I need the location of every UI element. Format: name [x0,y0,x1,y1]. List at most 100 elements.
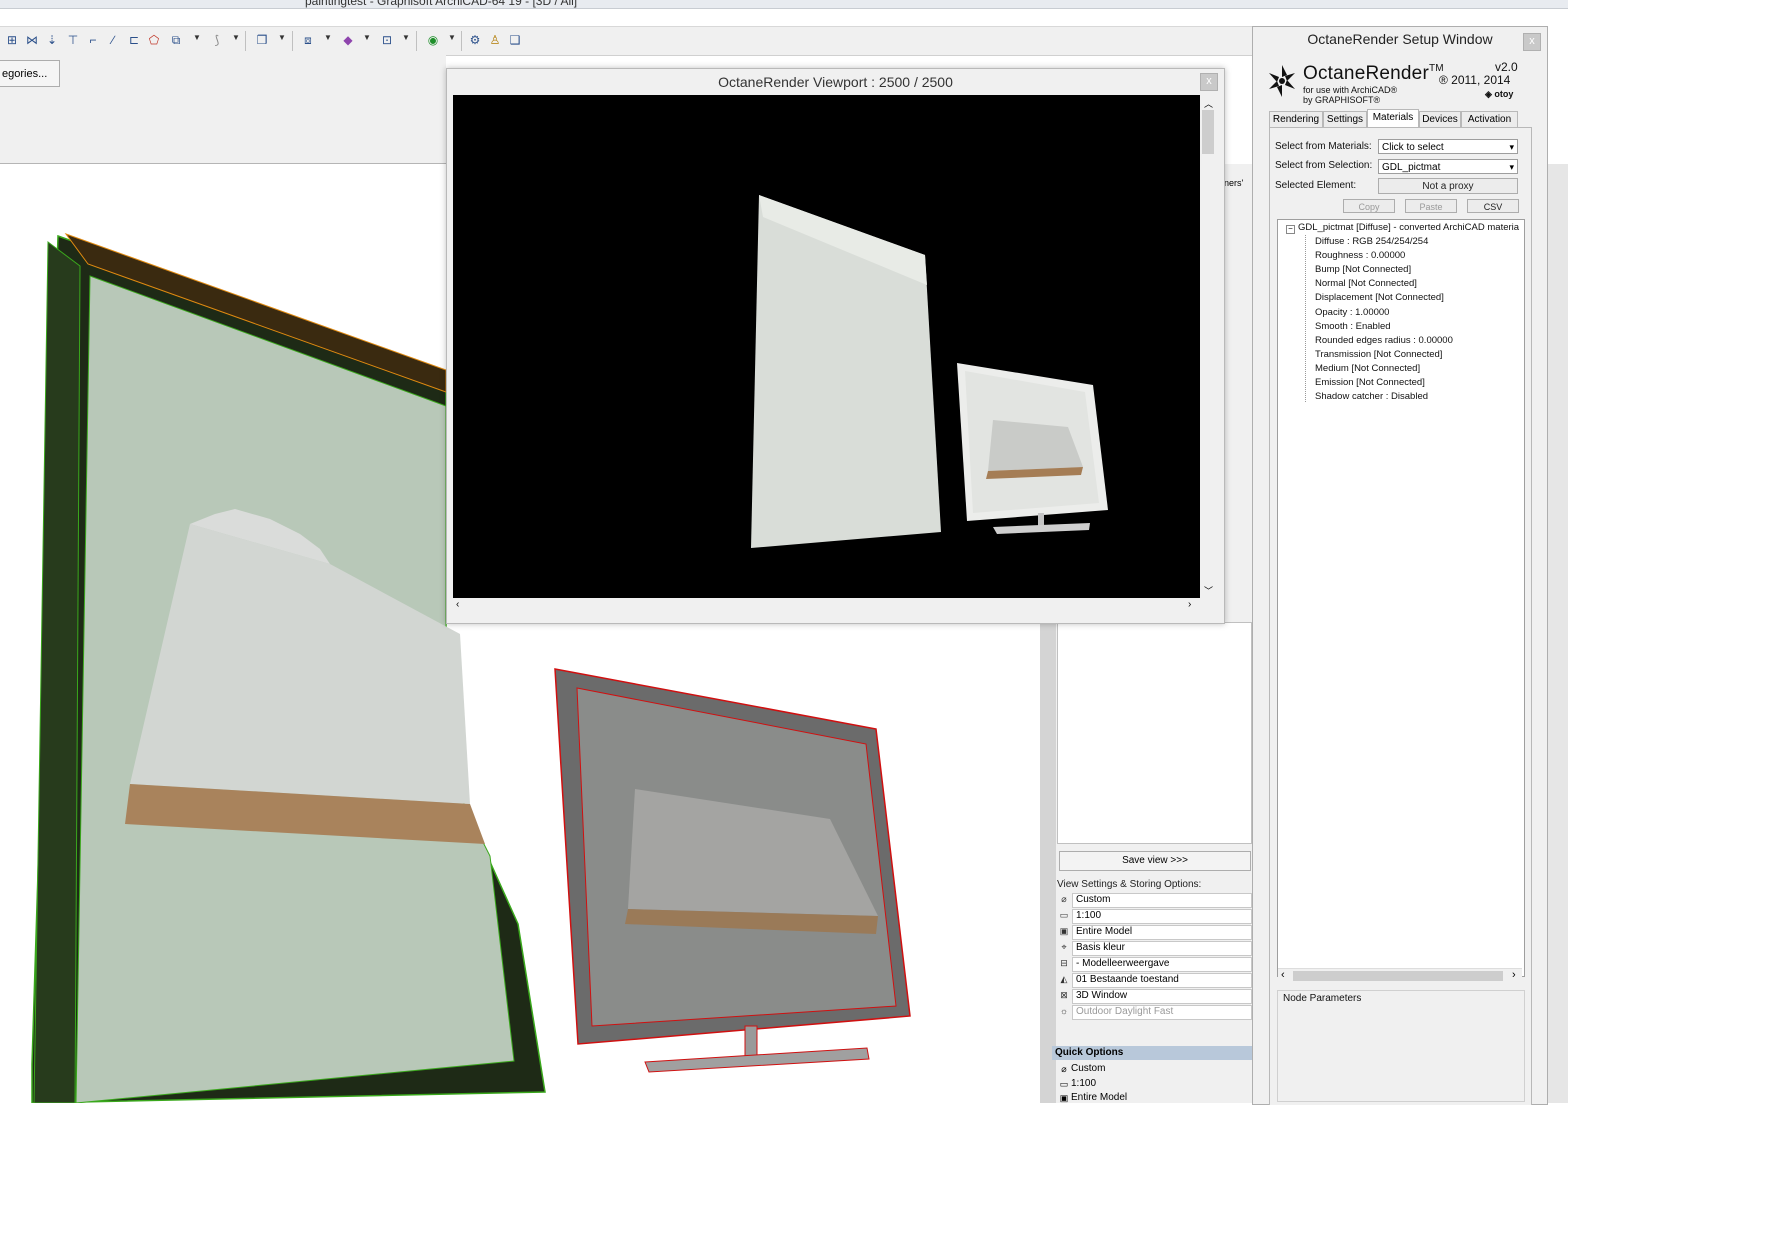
curve-tool-icon[interactable]: ∕ [106,33,120,47]
grid-tool-icon[interactable]: ⊞ [5,33,19,47]
setup-close-button[interactable]: x [1523,33,1541,51]
scroll-down-icon[interactable]: ﹀ [1204,584,1213,597]
pen-icon: ⌖ [1061,942,1067,952]
chevron-down-icon: ▾ [1509,142,1514,152]
tree-child-node[interactable]: Displacement [Not Connected] [1315,292,1444,303]
scroll-right-icon[interactable]: › [1188,599,1191,610]
chevron-down-icon[interactable]: ▼ [402,33,410,42]
copyright-label: ® 2011, 2014 [1439,73,1511,87]
tree-child-node[interactable]: Roughness : 0.00000 [1315,250,1405,261]
material-node-tree[interactable]: − GDL_pictmat [Diffuse] - converted Arch… [1277,219,1525,977]
view-setting-row[interactable]: ⊠ 3D Window [1056,988,1252,1004]
view-setting-row[interactable]: ⌀ Custom [1056,892,1252,908]
tree-horizontal-scrollbar[interactable]: ‹ › [1278,968,1522,983]
setup-title: OctaneRender Setup Window [1307,31,1493,47]
adjust-tool-icon[interactable]: ⇣ [45,33,59,47]
fillet-tool-icon[interactable]: ⌐ [86,33,100,47]
tree-child-node[interactable]: Transmission [Not Connected] [1315,349,1442,360]
tree-child-node[interactable]: Medium [Not Connected] [1315,363,1420,374]
layer-icon[interactable]: ⧈ [301,33,315,47]
node-parameters-group [1277,990,1525,1102]
select-materials-dropdown[interactable]: Click to select ▾ [1378,139,1518,154]
chevron-down-icon[interactable]: ▼ [363,33,371,42]
tree-child-node[interactable]: Bump [Not Connected] [1315,264,1411,275]
light-icon[interactable]: ♙ [488,33,502,47]
paste-button[interactable]: Paste [1405,199,1457,213]
right-edge-panel [1548,164,1568,1103]
section-icon[interactable]: ⊡ [380,33,394,47]
chevron-down-icon[interactable]: ▼ [448,33,456,42]
categories-button[interactable]: egories... [0,60,60,87]
csv-button[interactable]: CSV [1467,199,1519,213]
model-view-icon: ⊟ [1060,958,1068,968]
node-parameters-label: Node Parameters [1283,993,1362,1004]
scroll-thumb[interactable] [1293,971,1503,981]
trim-tool-icon[interactable]: ⊤ [66,33,80,47]
split-tool-icon[interactable]: ⋈ [25,33,39,47]
toolbar-separator [292,31,293,51]
view-setting-row[interactable]: ⌖ Basis kleur [1056,940,1252,956]
scale-icon: ▭ [1059,1079,1069,1089]
viewport-horizontal-scrollbar[interactable]: ‹ › [453,599,1200,613]
view-setting-row[interactable]: ▣ Entire Model [1056,924,1252,940]
quick-option-row[interactable]: ▭ 1:100 [1056,1077,1252,1091]
scroll-thumb[interactable] [1202,110,1214,154]
tree-child-node[interactable]: Normal [Not Connected] [1315,278,1417,289]
offset-tool-icon[interactable]: ⊏ [127,33,141,47]
copy-button[interactable]: Copy [1343,199,1395,213]
select-materials-label: Select from Materials: [1275,141,1372,152]
save-view-button[interactable]: Save view >>> [1059,851,1251,871]
toolbar-separator [245,31,246,51]
model-icon: ▣ [1059,1093,1069,1103]
render-style-icon[interactable]: ◆ [341,33,355,47]
chevron-down-icon[interactable]: ▼ [278,33,286,42]
tree-child-node[interactable]: Diffuse : RGB 254/254/254 [1315,236,1428,247]
render-canvas[interactable] [453,95,1200,598]
view-settings-label: View Settings & Storing Options: [1057,879,1202,890]
view-setting-icon: ⌀ [1061,1064,1067,1074]
viewport-close-button[interactable]: x [1200,73,1218,91]
view-setting-row[interactable]: ⊟ - Modelleerweergave [1056,956,1252,972]
tree-child-node[interactable]: Shadow catcher : Disabled [1315,391,1428,402]
modify-tool-icon[interactable]: ⟆ [210,33,224,47]
chevron-down-icon: ▾ [1509,162,1514,172]
quick-option-row[interactable]: ▣ Entire Model [1056,1091,1252,1105]
quick-option-row[interactable]: ⌀ Custom [1056,1062,1252,1076]
quick-options-header[interactable]: Quick Options [1052,1046,1252,1060]
selected-element-button[interactable]: Not a proxy [1378,178,1518,194]
view-setting-row[interactable]: ◭ 01 Bestaande toestand [1056,972,1252,988]
viewport-title: OctaneRender Viewport : 2500 / 2500 [718,74,953,90]
logo-subtitle: for use with ArchiCAD® [1303,85,1398,95]
tree-child-node[interactable]: Smooth : Enabled [1315,321,1391,332]
chevron-down-icon[interactable]: ▼ [324,33,332,42]
explode-tool-icon[interactable]: ⧉ [169,33,183,47]
chevron-down-icon[interactable]: ▼ [232,33,240,42]
scroll-up-icon[interactable]: ︿ [1204,97,1213,110]
tree-child-node[interactable]: Opacity : 1.00000 [1315,307,1389,318]
tree-child-node[interactable]: Rounded edges radius : 0.00000 [1315,335,1453,346]
collapse-icon[interactable]: − [1286,225,1295,234]
cube-icon[interactable]: ❑ [508,33,522,47]
sun-icon: ☼ [1059,1006,1069,1016]
3d-box-icon[interactable]: ❒ [255,33,269,47]
scroll-left-icon[interactable]: ‹ [456,599,459,610]
viewport-vertical-scrollbar[interactable]: ︿ ﹀ [1200,95,1216,598]
polygon-tool-icon[interactable]: ⬠ [147,33,161,47]
otoy-logo: ◈ otoy [1485,89,1514,99]
octane-render-icon[interactable]: ⚙ [468,33,482,47]
view-setting-row[interactable]: ☼ Outdoor Daylight Fast [1056,1004,1252,1020]
select-selection-dropdown[interactable]: GDL_pictmat ▾ [1378,159,1518,174]
octane-viewport-window: OctaneRender Viewport : 2500 / 2500 x ︿ … [446,68,1225,624]
octane-logo-text: OctaneRenderTM [1303,63,1444,84]
tree-child-node[interactable]: Emission [Not Connected] [1315,377,1425,388]
info-box-panel [0,55,446,164]
scroll-left-icon[interactable]: ‹ [1281,969,1285,981]
view-setting-row[interactable]: ▭ 1:100 [1056,908,1252,924]
visibility-icon[interactable]: ◉ [426,33,440,47]
chevron-down-icon[interactable]: ▼ [193,33,201,42]
scale-icon: ▭ [1059,910,1069,920]
tree-line [1305,235,1307,402]
scroll-right-icon[interactable]: › [1512,969,1516,981]
tree-root-node[interactable]: GDL_pictmat [Diffuse] - converted ArchiC… [1298,222,1519,233]
navigator-list[interactable] [1057,622,1252,844]
